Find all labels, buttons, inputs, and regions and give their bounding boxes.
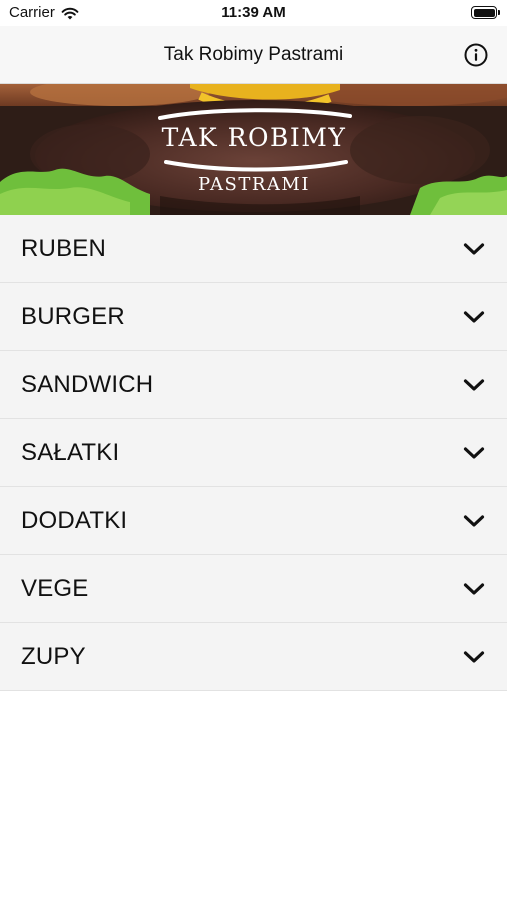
status-bar: Carrier 11:39 AM [0,0,507,26]
menu-item-salatki[interactable]: SAŁATKI [0,419,507,487]
status-time: 11:39 AM [221,4,286,21]
menu-item-label: DODATKI [21,506,128,534]
chevron-down-icon[interactable] [462,373,486,397]
menu-item-ruben[interactable]: RUBEN [0,215,507,283]
menu-item-label: RUBEN [21,234,107,262]
menu-item-label: SAŁATKI [21,438,120,466]
logo-line-1: TAK ROBIMY [162,123,347,152]
menu-item-label: SANDWICH [21,370,154,398]
menu-item-vege[interactable]: VEGE [0,555,507,623]
menu-item-label: VEGE [21,574,89,602]
menu-item-sandwich[interactable]: SANDWICH [0,351,507,419]
menu-item-label: ZUPY [21,642,86,670]
chevron-down-icon[interactable] [462,237,486,261]
hero-image: TAK ROBIMY PASTRAMI [0,84,507,215]
info-icon[interactable] [464,43,488,67]
chevron-down-icon[interactable] [462,577,486,601]
hero-banner: TAK ROBIMY PASTRAMI [0,84,507,215]
page-title: Tak Robimy Pastrami [163,44,344,65]
navigation-bar: Tak Robimy Pastrami [0,26,507,84]
battery-icon [471,6,500,19]
menu-item-zupy[interactable]: ZUPY [0,623,507,691]
logo-line-2: PASTRAMI [198,174,310,195]
chevron-down-icon[interactable] [462,441,486,465]
chevron-down-icon[interactable] [462,509,486,533]
menu-item-label: BURGER [21,302,125,330]
chevron-down-icon[interactable] [462,305,486,329]
menu-category-list: RUBEN BURGER SANDWICH SAŁATKI DODATKI VE… [0,215,507,691]
menu-item-burger[interactable]: BURGER [0,283,507,351]
menu-item-dodatki[interactable]: DODATKI [0,487,507,555]
chevron-down-icon[interactable] [462,645,486,669]
